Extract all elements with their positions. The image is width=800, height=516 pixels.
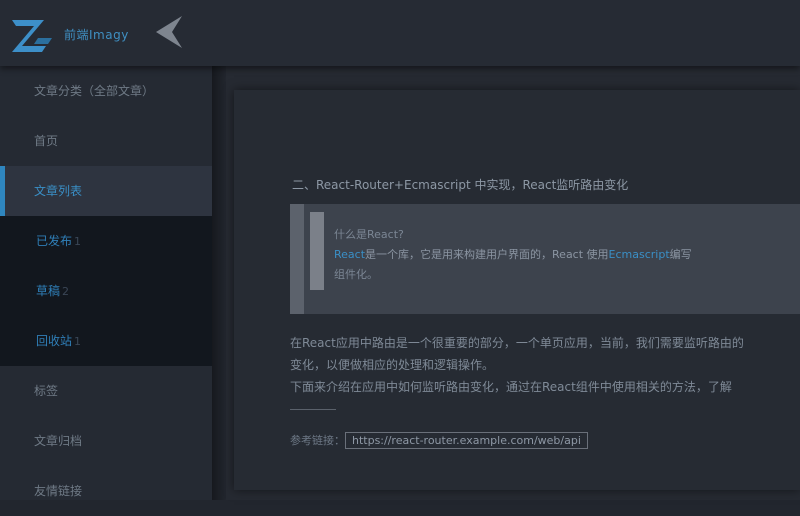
paragraph-line: 在React应用中路由是一个很重要的部分，一个单页应用，当前，我们需要监听路由的 [290,336,744,350]
sidebar: 文章分类（全部文章） 首页 文章列表 已发布 1 草稿 2 回收站 1 标签 文章归档… [0,66,212,500]
sidebar-item-links[interactable]: 友情链接 [0,466,212,516]
horizontal-rule [290,409,336,410]
reference-line: 参考链接： https://react-router.example.com/we… [290,432,588,452]
sidebar-subitem-drafts[interactable]: 草稿 2 [0,266,212,316]
quote-link-ecmascript[interactable]: Ecmascript [609,248,670,261]
sidebar-item-label: 文章列表 [34,184,83,198]
quote-inner-bar [310,212,324,290]
sidebar-item-article-list[interactable]: 文章列表 [0,166,212,216]
paragraph-line: 下面来介绍在应用中如何监听路由变化，通过在React组件中使用相关的方法，了解 [290,380,732,394]
sidebar-item-archive[interactable]: 文章归档 [0,416,212,466]
article-panel: 二、React-Router+Ecmascript 中实现，React监听路由变… [234,90,800,490]
brand-name[interactable]: 前端Imagy [64,26,129,43]
quote-text-end: 组件化。 [334,268,378,281]
top-navbar: 前端Imagy [0,0,800,66]
sidebar-item-label: 已发布 [36,234,73,248]
quote-text-mid: 是一个库，它是用来构建用户界面的，React 使用 [365,248,609,261]
quote-text-suffix: 编写 [669,248,692,261]
quote-heading: 什么是React? [334,228,404,241]
sidebar-submenu: 已发布 1 草稿 2 回收站 1 [0,216,212,366]
count-badge: 1 [74,235,82,248]
sidebar-item-label: 回收站 [36,334,73,348]
sidebar-item-label: 标签 [34,384,59,398]
chevron-left-icon[interactable] [152,14,188,50]
sidebar-item-home[interactable]: 首页 [0,116,212,166]
sidebar-item-label: 草稿 [36,284,61,298]
sidebar-item-label: 友情链接 [34,484,83,498]
sidebar-item-label: 文章归档 [34,434,83,448]
count-badge: 2 [62,285,70,298]
sidebar-item-categories[interactable]: 文章分类（全部文章） [0,66,212,116]
paragraph-line: 变化，以便做相应的处理和逻辑操作。 [290,358,495,372]
sidebar-shadow [212,66,226,500]
blockquote: 什么是React? React是一个库，它是用来构建用户界面的，React 使用… [290,204,800,314]
count-badge: 1 [74,335,82,348]
sidebar-item-label: 首页 [34,134,59,148]
reference-link[interactable]: https://react-router.example.com/web/api [345,432,588,449]
sidebar-subitem-published[interactable]: 已发布 1 [0,216,212,266]
quote-text: React是一个库，它是用来构建用户界面的，React 使用Ecmascript… [334,246,692,262]
reference-prefix: 参考链接： [290,434,345,447]
sidebar-item-label: 文章分类（全部文章） [34,84,155,98]
z-logo-icon[interactable] [8,16,54,54]
section-heading: 二、React-Router+Ecmascript 中实现，React监听路由变… [292,178,629,192]
sidebar-item-tags[interactable]: 标签 [0,366,212,416]
main-content: 二、React-Router+Ecmascript 中实现，React监听路由变… [226,66,800,500]
quote-link-react[interactable]: React [334,248,365,261]
sidebar-subitem-trash[interactable]: 回收站 1 [0,316,212,366]
